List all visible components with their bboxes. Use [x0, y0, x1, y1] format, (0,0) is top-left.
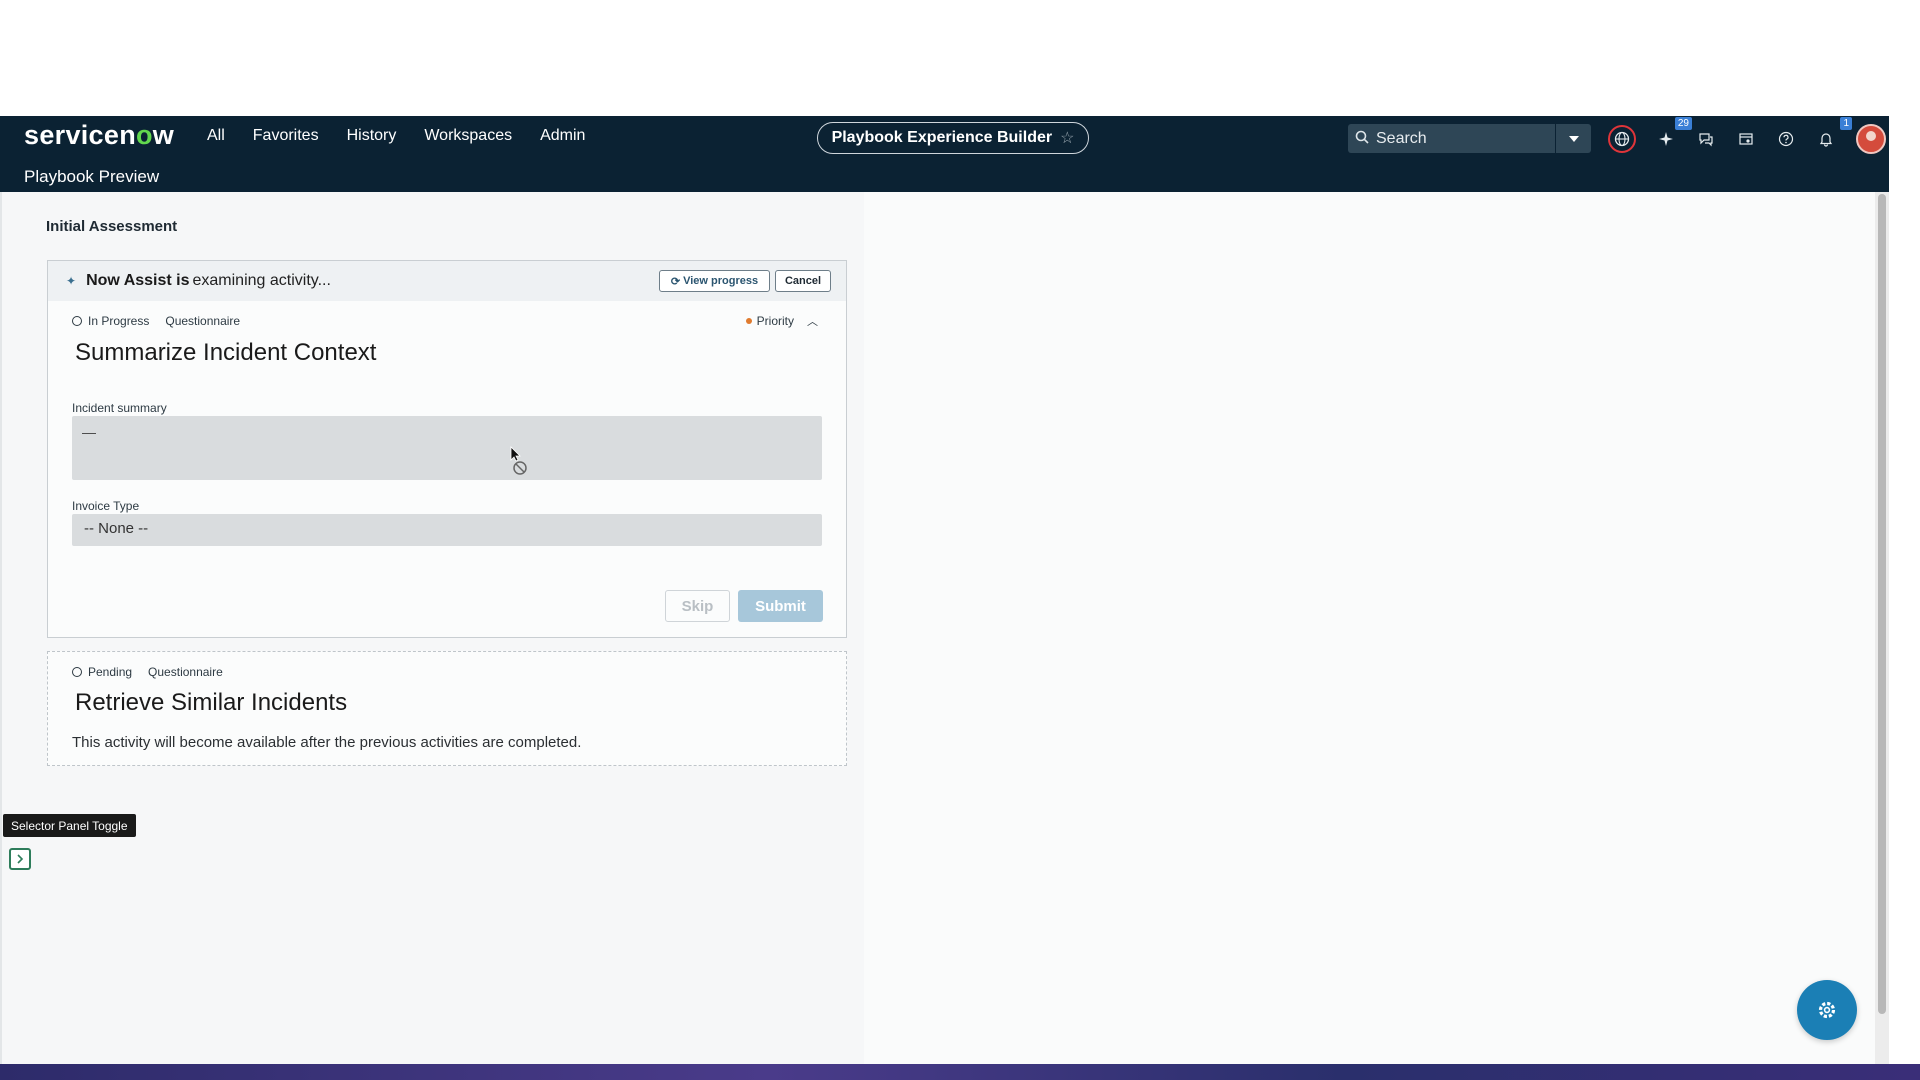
activity-meta: In Progress Questionnaire: [72, 313, 240, 329]
canvas-empty-area: [864, 192, 1879, 1064]
selector-panel-toggle[interactable]: [9, 848, 31, 870]
now-assist-status: examining activity...: [192, 272, 331, 289]
notifications-bell-icon[interactable]: 1: [1816, 117, 1852, 149]
notification-count-badge: 1: [1840, 117, 1852, 130]
priority-indicator[interactable]: Priority ︿: [745, 313, 818, 329]
view-progress-button[interactable]: ⟳ View progress: [659, 270, 770, 292]
global-search[interactable]: Search: [1348, 124, 1591, 153]
activity-title: Retrieve Similar Incidents: [75, 689, 348, 716]
incident-summary-label: Incident summary: [72, 401, 167, 415]
refresh-icon: ⟳: [670, 275, 681, 288]
invoice-type-select[interactable]: -- None --: [72, 514, 822, 546]
activity-title: Summarize Incident Context: [75, 339, 377, 366]
activity-type: Questionnaire: [148, 665, 223, 679]
section-title: Initial Assessment: [46, 218, 178, 235]
settings-fab-button[interactable]: [1797, 980, 1857, 1040]
app-title-label: Playbook Experience Builder: [831, 129, 1053, 146]
help-icon[interactable]: [1776, 129, 1796, 149]
status-circle-icon: [72, 667, 82, 677]
activity-status: Pending: [88, 665, 133, 679]
activity-card-summarize: ✦ Now Assist is examining activity... ⟳ …: [47, 260, 847, 638]
chat-icon[interactable]: [1696, 129, 1716, 149]
vertical-scrollbar[interactable]: [1875, 192, 1889, 1064]
nav-link-workspaces[interactable]: Workspaces: [424, 127, 512, 145]
activity-meta: Pending Questionnaire: [72, 664, 223, 680]
now-assist-status-bar: ✦ Now Assist is examining activity... ⟳ …: [48, 261, 846, 301]
nav-link-all[interactable]: All: [207, 127, 225, 145]
chevron-up-icon[interactable]: ︿: [807, 313, 818, 329]
sparkle-count-badge: 29: [1674, 117, 1692, 130]
nav-icon-tray: 29 1: [1608, 117, 1886, 154]
servicenow-logo[interactable]: servicenow: [24, 120, 174, 151]
scrollbar-thumb[interactable]: [1878, 194, 1886, 1014]
sparkle-icon[interactable]: 29: [1656, 117, 1692, 149]
now-assist-title: Now Assist is: [86, 272, 190, 289]
user-avatar[interactable]: [1856, 124, 1886, 154]
page-title: Playbook Preview: [24, 167, 160, 186]
nav-links: All Favorites History Workspaces Admin: [207, 127, 585, 145]
activity-card-retrieve: Pending Questionnaire Retrieve Similar I…: [47, 651, 847, 766]
screen-top-blank: [0, 0, 1920, 116]
invoice-type-label: Invoice Type: [72, 499, 140, 513]
cancel-button[interactable]: Cancel: [775, 270, 831, 292]
activity-type: Questionnaire: [165, 314, 241, 328]
desktop-background-strip: [0, 1064, 1920, 1080]
playbook-canvas: Initial Assessment ✦ Now Assist is exami…: [0, 192, 1889, 1064]
mouse-cursor-icon: [510, 446, 527, 475]
priority-label: Priority: [756, 314, 794, 328]
nav-link-admin[interactable]: Admin: [540, 127, 585, 145]
screen-right-edge: [1889, 116, 1920, 1064]
loading-sparkle-icon: ✦: [66, 274, 77, 288]
activity-description: This activity will become available afte…: [72, 734, 582, 751]
app-title-pill[interactable]: Playbook Experience Builder ☆: [817, 122, 1089, 154]
activity-status: In Progress: [88, 314, 150, 328]
gear-icon: [1818, 1001, 1836, 1019]
submit-button[interactable]: Submit: [738, 590, 823, 622]
status-circle-icon: [72, 316, 82, 326]
favorite-star-icon[interactable]: ☆: [1060, 128, 1074, 148]
search-scope-dropdown[interactable]: [1555, 124, 1591, 153]
workspace-icon[interactable]: [1736, 129, 1756, 149]
top-navigation-bar: servicenow All Favorites History Workspa…: [0, 116, 1889, 192]
selector-panel-tooltip: Selector Panel Toggle: [3, 814, 136, 837]
nav-link-history[interactable]: History: [347, 127, 397, 145]
globe-icon[interactable]: [1608, 125, 1636, 153]
nav-link-favorites[interactable]: Favorites: [253, 127, 319, 145]
skip-button[interactable]: Skip: [665, 590, 730, 622]
search-icon: [1348, 130, 1376, 147]
search-input[interactable]: Search: [1376, 130, 1555, 148]
priority-dot-icon: [745, 318, 752, 324]
incident-summary-field[interactable]: —: [72, 416, 822, 480]
